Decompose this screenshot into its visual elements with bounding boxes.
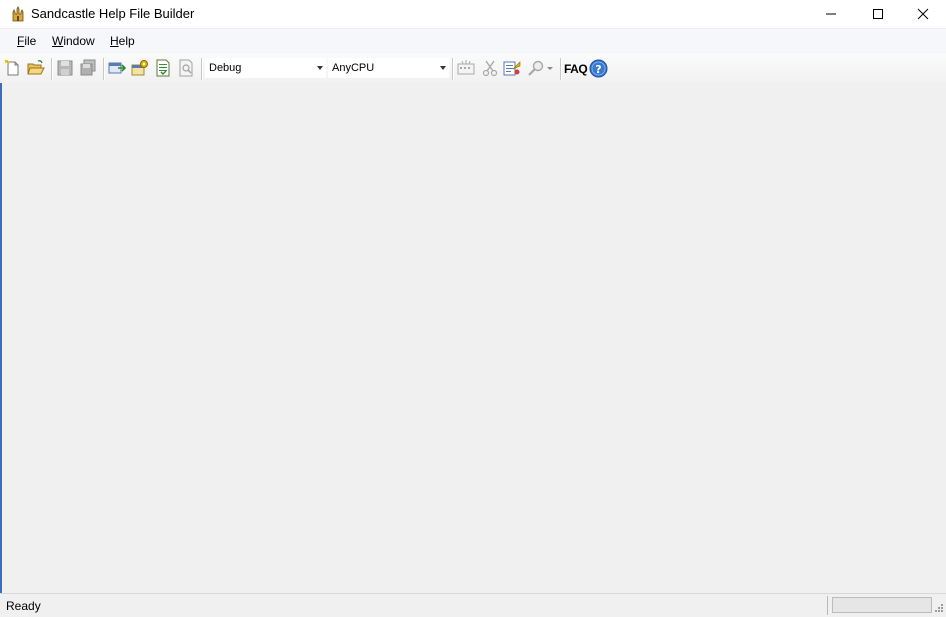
open-project-button[interactable] bbox=[27, 59, 45, 77]
search-dropdown-button[interactable] bbox=[527, 59, 555, 77]
menu-help-mnemonic: H bbox=[110, 34, 119, 48]
minimize-icon bbox=[826, 13, 836, 15]
build-project-button[interactable] bbox=[108, 59, 126, 77]
menu-window-mnemonic: W bbox=[52, 34, 64, 48]
new-project-button[interactable] bbox=[4, 59, 22, 77]
status-text: Ready bbox=[6, 599, 41, 613]
view-build-log-button[interactable] bbox=[177, 59, 195, 77]
size-grip-icon[interactable] bbox=[934, 602, 944, 612]
menu-window-label: indow bbox=[63, 34, 95, 48]
platform-value: AnyCPU bbox=[332, 62, 375, 74]
toolbar-separator bbox=[201, 58, 203, 80]
toolbar-separator bbox=[51, 58, 53, 80]
cut-button[interactable] bbox=[481, 59, 499, 77]
title-bar: Sandcastle Help File Builder bbox=[0, 0, 946, 28]
project-properties-button[interactable] bbox=[503, 59, 521, 77]
save-all-button[interactable] bbox=[79, 59, 97, 77]
close-icon bbox=[917, 8, 929, 20]
window-title: Sandcastle Help File Builder bbox=[31, 6, 195, 21]
status-separator bbox=[827, 596, 828, 615]
status-progress-bar bbox=[832, 597, 932, 613]
toolbar-separator bbox=[452, 58, 454, 80]
window-left-border bbox=[0, 83, 2, 616]
configuration-value: Debug bbox=[209, 62, 242, 74]
menu-file-label: ile bbox=[24, 34, 37, 48]
menu-help[interactable]: Help bbox=[110, 34, 135, 48]
close-button[interactable] bbox=[900, 0, 946, 28]
maximize-icon bbox=[873, 9, 883, 19]
search-icon bbox=[528, 60, 553, 76]
toolbar: Debug AnyCPU FAQ ? bbox=[0, 53, 946, 83]
svg-text:?: ? bbox=[595, 63, 601, 76]
status-bar: Ready bbox=[0, 593, 946, 617]
chevron-down-icon bbox=[440, 66, 446, 70]
sandcastle-app-icon bbox=[10, 6, 26, 22]
project-properties-icon bbox=[503, 61, 521, 76]
menu-bar: File Window Help bbox=[0, 29, 946, 53]
help-button[interactable]: ? bbox=[589, 59, 608, 78]
view-help-icon bbox=[156, 59, 170, 77]
mdi-client-area bbox=[0, 83, 946, 593]
toolbar-separator bbox=[560, 58, 562, 80]
toolbar-separator bbox=[103, 58, 105, 80]
new-project-icon bbox=[4, 59, 19, 76]
help-icon: ? bbox=[589, 59, 608, 78]
minimize-button[interactable] bbox=[808, 0, 854, 28]
save-icon bbox=[57, 60, 73, 76]
faq-button[interactable]: FAQ bbox=[564, 62, 588, 76]
configuration-combo[interactable]: Debug bbox=[205, 58, 326, 78]
view-log-icon bbox=[179, 59, 193, 77]
menu-file[interactable]: File bbox=[17, 34, 36, 48]
chevron-down-icon bbox=[317, 66, 323, 70]
platform-combo[interactable]: AnyCPU bbox=[328, 58, 449, 78]
build-settings-icon bbox=[131, 60, 148, 76]
menu-help-label: elp bbox=[118, 34, 135, 48]
entity-references-icon bbox=[457, 60, 475, 75]
maximize-button[interactable] bbox=[855, 0, 901, 28]
save-button[interactable] bbox=[56, 59, 74, 77]
build-icon bbox=[108, 62, 126, 74]
open-project-icon bbox=[27, 60, 45, 75]
entity-references-button[interactable] bbox=[457, 59, 475, 77]
view-help-file-button[interactable] bbox=[154, 59, 172, 77]
cut-icon bbox=[482, 60, 498, 77]
menu-window[interactable]: Window bbox=[52, 34, 95, 48]
save-all-icon bbox=[80, 59, 96, 76]
build-settings-button[interactable] bbox=[131, 59, 149, 77]
